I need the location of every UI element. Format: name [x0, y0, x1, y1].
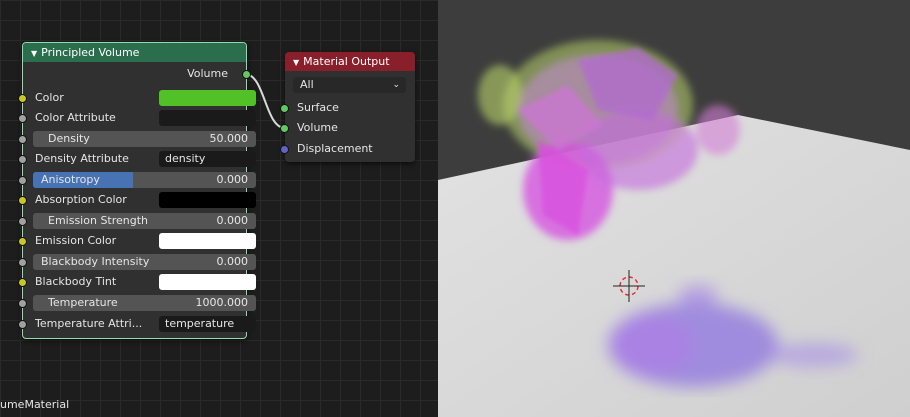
displacement-label: Displacement — [297, 142, 373, 155]
absorption-color-socket[interactable] — [18, 196, 27, 205]
density-socket[interactable] — [18, 135, 27, 144]
collapse-triangle-icon[interactable]: ▼ — [293, 58, 299, 67]
temperature-attribute-socket[interactable] — [18, 320, 27, 329]
surface-row: Surface — [280, 99, 415, 117]
chevron-down-icon: ⌄ — [392, 80, 400, 90]
absorption-color-swatch[interactable] — [159, 192, 256, 208]
density-attribute-field[interactable]: density — [159, 151, 256, 167]
volume-socket[interactable] — [280, 124, 289, 133]
blackbody-intensity-value: 0.000 — [216, 255, 249, 268]
target-select-value: All — [300, 78, 314, 91]
temperature-attribute-row: Temperature Attri... temperature — [18, 315, 256, 333]
color-label: Color — [35, 91, 64, 104]
emission-color-swatch[interactable] — [159, 233, 256, 249]
emission-color-row: Emission Color — [18, 232, 256, 250]
viewport-render — [438, 0, 910, 417]
density-value: 50.000 — [209, 132, 249, 145]
color-swatch[interactable] — [159, 90, 256, 106]
volume-label: Volume — [297, 121, 338, 134]
anisotropy-value: 0.000 — [216, 173, 249, 186]
color-attribute-field[interactable] — [159, 110, 256, 126]
temperature-value: 1000.000 — [195, 296, 249, 309]
density-row: Density 50.000 — [18, 130, 256, 148]
blackbody-intensity-row: Blackbody Intensity 0.000 — [18, 253, 256, 271]
displacement-socket[interactable] — [280, 145, 289, 154]
anisotropy-row: Anisotropy 0.000 — [18, 171, 256, 189]
emission-color-label: Emission Color — [35, 234, 117, 247]
material-output-header[interactable]: ▼ Material Output — [285, 52, 415, 71]
temperature-label: Temperature — [48, 296, 118, 309]
output-volume-label: Volume — [187, 67, 228, 80]
emission-strength-slider[interactable]: Emission Strength 0.000 — [33, 213, 256, 229]
output-volume-row: Volume — [23, 65, 251, 83]
blackbody-tint-label: Blackbody Tint — [35, 275, 117, 288]
emission-strength-value: 0.000 — [216, 214, 249, 227]
output-volume-socket[interactable] — [242, 70, 251, 79]
collapse-triangle-icon[interactable]: ▼ — [31, 49, 37, 58]
principled-volume-header[interactable]: ▼ Principled Volume — [23, 43, 246, 62]
color-socket[interactable] — [18, 94, 27, 103]
principled-volume-node[interactable]: ▼ Principled Volume Volume Color Color At… — [18, 42, 256, 339]
blackbody-intensity-label: Blackbody Intensity — [41, 255, 150, 268]
density-slider[interactable]: Density 50.000 — [33, 131, 256, 147]
displacement-row: Displacement — [280, 140, 415, 158]
target-select[interactable]: All ⌄ — [293, 77, 406, 93]
blackbody-intensity-slider[interactable]: Blackbody Intensity 0.000 — [33, 254, 256, 270]
density-attribute-socket[interactable] — [18, 155, 27, 164]
density-label: Density — [48, 132, 90, 145]
anisotropy-label: Anisotropy — [41, 173, 100, 186]
volume-row: Volume — [280, 119, 415, 137]
color-attribute-label: Color Attribute — [35, 111, 116, 124]
temperature-attribute-label: Temperature Attri... — [35, 317, 143, 330]
blackbody-tint-row: Blackbody Tint — [18, 273, 256, 291]
emission-color-socket[interactable] — [18, 237, 27, 246]
blackbody-intensity-socket[interactable] — [18, 258, 27, 267]
material-output-node[interactable]: ▼ Material Output All ⌄ Surface Volume Di… — [280, 52, 415, 162]
surface-label: Surface — [297, 101, 339, 114]
absorption-color-label: Absorption Color — [35, 193, 127, 206]
node-editor[interactable]: ▼ Principled Volume Volume Color Color At… — [0, 0, 438, 417]
anisotropy-slider[interactable]: Anisotropy 0.000 — [33, 172, 256, 188]
color-attribute-socket[interactable] — [18, 114, 27, 123]
material-name-label: umeMaterial — [0, 398, 70, 411]
blackbody-tint-swatch[interactable] — [159, 274, 256, 290]
absorption-color-row: Absorption Color — [18, 191, 256, 209]
color-attribute-row: Color Attribute — [18, 109, 256, 127]
temperature-row: Temperature 1000.000 — [18, 294, 256, 312]
3d-viewport[interactable] — [438, 0, 910, 417]
temperature-socket[interactable] — [18, 299, 27, 308]
node-title: Principled Volume — [41, 46, 140, 59]
emission-strength-socket[interactable] — [18, 217, 27, 226]
blackbody-tint-socket[interactable] — [18, 278, 27, 287]
density-attribute-label: Density Attribute — [35, 152, 129, 165]
temperature-attribute-field[interactable]: temperature — [159, 316, 256, 332]
density-attribute-row: Density Attribute density — [18, 150, 256, 168]
temperature-slider[interactable]: Temperature 1000.000 — [33, 295, 256, 311]
color-row: Color — [18, 89, 256, 107]
surface-socket[interactable] — [280, 104, 289, 113]
emission-strength-label: Emission Strength — [48, 214, 149, 227]
emission-strength-row: Emission Strength 0.000 — [18, 212, 256, 230]
anisotropy-socket[interactable] — [18, 176, 27, 185]
material-output-title: Material Output — [303, 55, 390, 68]
